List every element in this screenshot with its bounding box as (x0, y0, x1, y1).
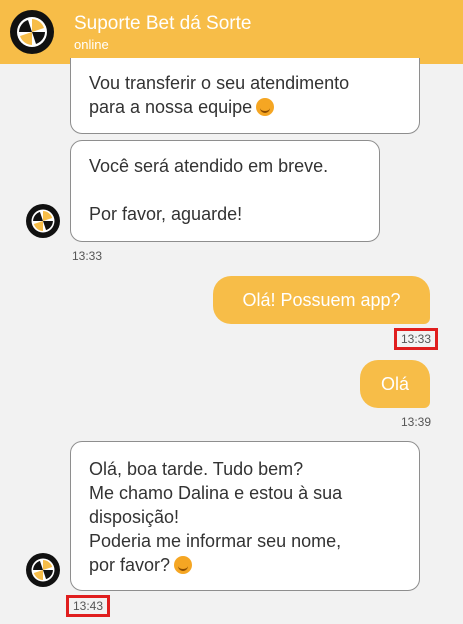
chat-title: Suporte Bet dá Sorte (74, 12, 252, 34)
agent-avatar (26, 553, 60, 587)
message-line: por favor? (89, 553, 401, 577)
message-timestamp: 13:43 (66, 595, 111, 617)
message-line: para a nossa equipe (89, 95, 401, 119)
chat-header: Suporte Bet dá Sorte online (0, 0, 463, 64)
message-timestamp: 13:39 (401, 415, 432, 429)
incoming-message: Vou transferir o seu atendimento para a … (70, 58, 420, 134)
incoming-message: Olá, boa tarde. Tudo bem? Me chamo Dalin… (70, 441, 420, 591)
outgoing-message: Olá! Possuem app? (213, 276, 430, 324)
outgoing-message: Olá (360, 360, 430, 408)
message-line: Olá, boa tarde. Tudo bem? (89, 459, 304, 479)
message-line: Por favor, aguarde! (89, 204, 243, 224)
message-line: Poderia me informar seu nome, (89, 531, 342, 551)
message-timestamp: 13:33 (72, 249, 103, 263)
message-line: Me chamo Dalina e estou à sua (89, 483, 343, 503)
pinwheel-logo-icon (31, 558, 55, 582)
incoming-message: Você será atendido em breve. Por favor, … (70, 140, 380, 242)
brand-avatar[interactable] (10, 10, 54, 54)
smiling-face-icon (174, 556, 193, 574)
agent-avatar (26, 204, 60, 238)
pinwheel-logo-icon (17, 17, 47, 47)
pinwheel-logo-icon (31, 209, 55, 233)
chat-status: online (74, 36, 109, 52)
message-line: Você será atendido em breve. (89, 156, 329, 176)
smiling-face-icon (256, 98, 275, 116)
message-line: Vou transferir o seu atendimento (89, 73, 350, 93)
message-line: disposição! (89, 507, 180, 527)
message-timestamp: 13:33 (394, 328, 439, 350)
